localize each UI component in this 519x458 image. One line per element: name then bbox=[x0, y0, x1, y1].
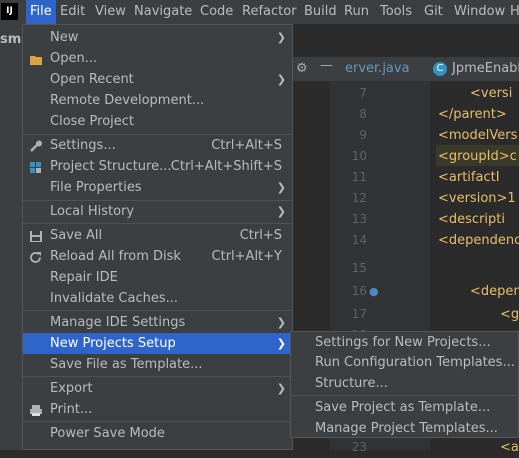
chevron-right-icon: ❯ bbox=[276, 73, 286, 86]
code-line: <depen bbox=[470, 284, 519, 299]
chevron-right-icon: ❯ bbox=[276, 382, 286, 395]
code-line: <version>1 bbox=[438, 191, 516, 206]
line-number: 16 bbox=[351, 284, 367, 298]
menu-window[interactable]: Window bbox=[454, 0, 505, 24]
menu-separator bbox=[291, 395, 518, 396]
editor-tab-bar: ⚙ — erver.java C JpmeEnable bbox=[290, 57, 519, 81]
menu-bar: IJ File Edit View Navigate Code Refactor… bbox=[0, 0, 519, 24]
new-projects-setup-submenu: Settings for New Projects... Run Configu… bbox=[290, 331, 519, 438]
menu-item-local-history[interactable]: Local History ❯ bbox=[23, 201, 292, 222]
reload-icon bbox=[29, 250, 43, 263]
menu-code[interactable]: Code bbox=[200, 0, 233, 24]
menu-item-save-file-as-template[interactable]: Save File as Template... bbox=[23, 354, 292, 375]
menu-separator bbox=[23, 310, 292, 311]
code-line: <g bbox=[500, 307, 519, 322]
menu-item-save-all[interactable]: Save All Ctrl+S bbox=[23, 225, 292, 246]
line-number: 9 bbox=[359, 128, 367, 142]
wrench-icon bbox=[29, 139, 43, 152]
chevron-right-icon: ❯ bbox=[276, 205, 286, 218]
gear-icon[interactable]: ⚙ bbox=[296, 61, 308, 76]
code-line: <dependenc bbox=[438, 233, 519, 248]
tool-window-strip bbox=[0, 24, 22, 450]
code-line: <a bbox=[500, 440, 519, 455]
menu-git[interactable]: Git bbox=[424, 0, 443, 24]
class-icon: C bbox=[433, 62, 447, 76]
menu-item-repair-ide[interactable]: Repair IDE bbox=[23, 267, 292, 288]
menu-item-invalidate-caches[interactable]: Invalidate Caches... bbox=[23, 288, 292, 309]
editor-tab-server[interactable]: erver.java bbox=[345, 61, 410, 76]
submenu-item-run-configuration-templates[interactable]: Run Configuration Templates... bbox=[291, 352, 518, 373]
menu-item-manage-ide-settings[interactable]: Manage IDE Settings ❯ bbox=[23, 312, 292, 333]
menu-item-open-recent[interactable]: Open Recent ❯ bbox=[23, 69, 292, 90]
line-number: 17 bbox=[351, 307, 367, 321]
line-number: 23 bbox=[351, 440, 367, 454]
menu-separator bbox=[23, 421, 292, 422]
menu-item-settings[interactable]: Settings... Ctrl+Alt+S bbox=[23, 135, 292, 156]
chevron-right-icon: ❯ bbox=[276, 31, 286, 44]
line-number: 7 bbox=[359, 86, 367, 100]
code-line: <versi bbox=[470, 86, 513, 101]
line-number: 13 bbox=[351, 212, 367, 226]
editor-tab-jpme[interactable]: JpmeEnable bbox=[452, 61, 519, 76]
folder-icon bbox=[29, 52, 43, 65]
line-number: 10 bbox=[351, 149, 367, 163]
menu-build[interactable]: Build bbox=[304, 0, 337, 24]
printer-icon bbox=[29, 403, 43, 416]
line-number: 8 bbox=[359, 107, 367, 121]
submenu-item-structure[interactable]: Structure... bbox=[291, 373, 518, 394]
line-number: 14 bbox=[351, 233, 367, 247]
chevron-right-icon: ❯ bbox=[276, 316, 286, 329]
menu-item-export[interactable]: Export ❯ bbox=[23, 378, 292, 399]
chevron-right-icon: ❯ bbox=[276, 181, 286, 194]
minimize-icon[interactable]: — bbox=[320, 58, 333, 73]
menu-refactor[interactable]: Refactor bbox=[242, 0, 297, 24]
line-number: 15 bbox=[351, 261, 367, 275]
file-menu: New ❯ Open... Open Recent ❯ Remote Devel… bbox=[22, 24, 293, 450]
run-gutter-icon[interactable]: ● bbox=[369, 285, 379, 298]
chevron-right-icon: ❯ bbox=[276, 337, 286, 350]
line-number: 12 bbox=[351, 191, 367, 205]
menu-separator bbox=[23, 223, 292, 224]
menu-file[interactable]: File bbox=[26, 0, 56, 24]
menu-edit[interactable]: Edit bbox=[60, 0, 85, 24]
code-line: <descripti bbox=[438, 212, 505, 227]
code-line: <artifactI bbox=[438, 170, 500, 185]
code-line: <groupId>c bbox=[438, 149, 517, 164]
menu-item-print[interactable]: Print... bbox=[23, 399, 292, 420]
line-number: 11 bbox=[351, 170, 367, 184]
menu-item-open[interactable]: Open... bbox=[23, 48, 292, 69]
menu-item-close-project[interactable]: Close Project bbox=[23, 111, 292, 132]
project-structure-icon bbox=[29, 160, 43, 173]
menu-item-new-projects-setup[interactable]: New Projects Setup ❯ bbox=[23, 333, 292, 354]
menu-navigate[interactable]: Navigate bbox=[134, 0, 192, 24]
menu-item-reload-all[interactable]: Reload All from Disk Ctrl+Alt+Y bbox=[23, 246, 292, 267]
menu-item-remote-development[interactable]: Remote Development... bbox=[23, 90, 292, 111]
save-icon bbox=[29, 229, 43, 242]
menu-tools[interactable]: Tools bbox=[380, 0, 412, 24]
code-line: </parent> bbox=[438, 107, 507, 122]
menu-item-new[interactable]: New ❯ bbox=[23, 27, 292, 48]
menu-run[interactable]: Run bbox=[344, 0, 369, 24]
menu-separator bbox=[23, 376, 292, 377]
code-line: <modelVers bbox=[438, 128, 518, 143]
menu-item-file-properties[interactable]: File Properties ❯ bbox=[23, 177, 292, 198]
submenu-item-manage-project-templates[interactable]: Manage Project Templates... bbox=[291, 418, 518, 439]
menu-view[interactable]: View bbox=[95, 0, 126, 24]
menu-item-project-structure[interactable]: Project Structure... Ctrl+Alt+Shift+S bbox=[23, 156, 292, 177]
menu-item-power-save-mode[interactable]: Power Save Mode bbox=[23, 423, 292, 444]
submenu-item-settings-for-new-projects[interactable]: Settings for New Projects... bbox=[291, 332, 518, 353]
menu-help[interactable]: H bbox=[510, 0, 519, 24]
submenu-item-save-project-as-template[interactable]: Save Project as Template... bbox=[291, 397, 518, 418]
intellij-logo-icon: IJ bbox=[1, 3, 18, 20]
